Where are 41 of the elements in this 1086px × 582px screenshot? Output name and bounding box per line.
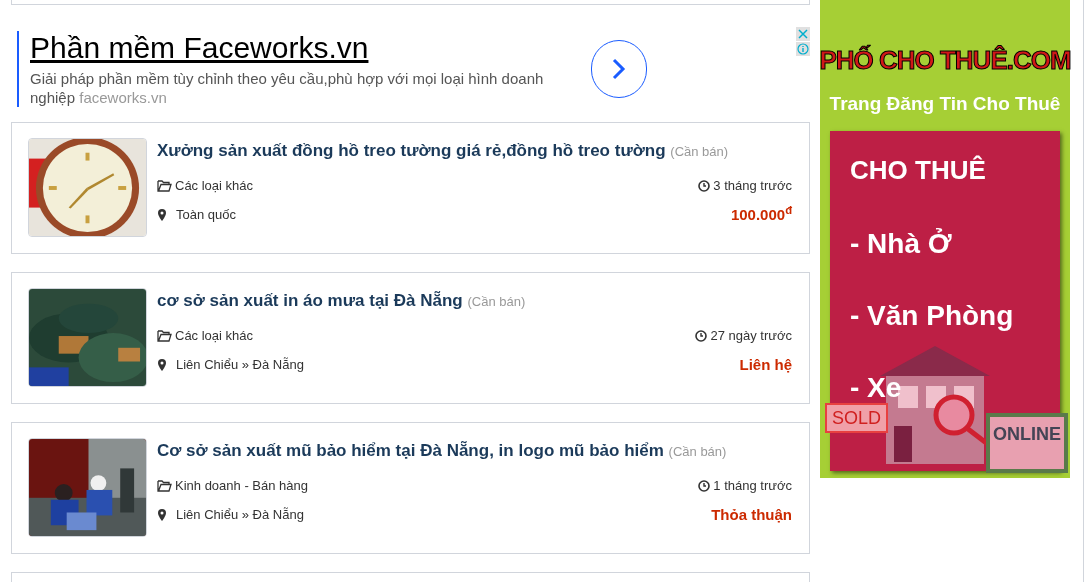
banner-brand: PHỐ CHO THUÊ.COM (819, 44, 1071, 77)
price-label: Thỏa thuận (711, 504, 792, 525)
time-label: 27 ngày trước (710, 327, 792, 345)
info-icon[interactable] (796, 42, 810, 56)
banner-item: - Xe (850, 370, 903, 405)
location-label: Liên Chiểu » Đà Nẵng (176, 356, 304, 374)
location-label: Liên Chiểu » Đà Nẵng (176, 506, 304, 524)
banner-tagline: Trang Đăng Tin Cho Thuê (829, 92, 1061, 116)
ad-description: Giải pháp phần mềm tùy chỉnh theo yêu cầu,phù hợp với mọi loại hình doanh nghiệp faceworks.vn (30, 68, 545, 107)
folder-icon (157, 479, 172, 492)
close-icon[interactable] (796, 27, 810, 41)
chevron-right-icon (611, 57, 626, 80)
time-label: 1 tháng trước (713, 477, 792, 495)
category-label: Các loại khác (175, 177, 254, 195)
listing-title[interactable]: Xưởng sản xuất đồng hồ treo tường giá rẻ,đồng hồ treo tường (157, 141, 666, 160)
ad-title[interactable]: Phần mềm Faceworks.vn (30, 30, 562, 65)
listing-title[interactable]: Cơ sở sản xuất mũ bảo hiểm tại Đà Nẵng, in logo mũ bảo hiểm (157, 441, 664, 460)
banner-item: - Văn Phòng (850, 298, 1015, 333)
listing-tag: (Cần bán) (668, 444, 727, 459)
clock-icon (698, 179, 711, 192)
listing-tag: (Cần bán) (467, 294, 526, 309)
time-label: 3 tháng trước (713, 177, 792, 195)
banner-heading: CHO THUÊ (850, 153, 987, 187)
folder-icon (157, 329, 172, 342)
listing-tag: (Cần bán) (670, 144, 729, 159)
category-label: Kinh doanh - Bán hàng (175, 477, 308, 495)
category-label: Các loại khác (175, 327, 254, 345)
clock-icon (695, 329, 708, 342)
map-pin-icon (158, 358, 166, 371)
location-label: Toàn quốc (176, 206, 236, 224)
folder-icon (157, 179, 172, 192)
banner-item: - Nhà Ở (850, 226, 953, 261)
clock-icon (698, 479, 711, 492)
sold-sign: SOLD (825, 403, 889, 433)
online-screen: ONLINE (986, 413, 1068, 473)
price-label: 100.000$^{đ}$ (730, 203, 792, 225)
listing-title[interactable]: cơ sở sản xuất in áo mưa tại Đà Nẵng (157, 291, 463, 310)
rental-banner[interactable]: PHỐ CHO THUÊ.COM Trang Đăng Tin Cho Thuê CHO THUÊ - Nhà Ở - Văn Phòng - Xe SOLD ONLINE (820, 0, 1070, 478)
price-label: Liên hệ (739, 354, 792, 375)
map-pin-icon (158, 208, 166, 221)
map-pin-icon (158, 508, 166, 521)
